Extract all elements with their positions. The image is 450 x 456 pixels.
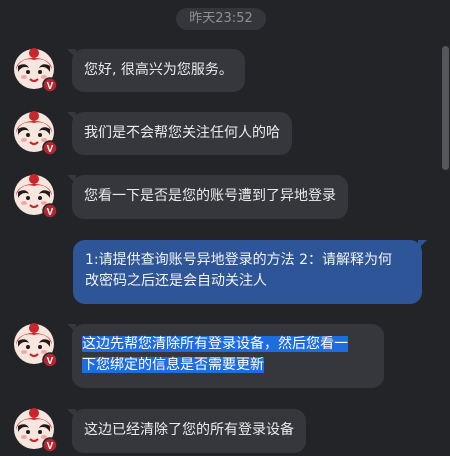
chat-window: 昨天23:52 V 您好, 很高兴为您服务。 V 我们是不会帮您关注任何人的哈 … bbox=[0, 0, 450, 456]
verified-badge: V bbox=[47, 356, 54, 367]
message-text-line: 1:请提供查询账号异地登录的方法 2：请解释为何 bbox=[85, 252, 392, 268]
message-bubble-incoming[interactable]: 这边已经清除了您的所有登录设备 bbox=[67, 409, 306, 453]
verified-badge: V bbox=[47, 81, 54, 92]
agent-avatar[interactable]: V bbox=[13, 48, 59, 94]
scrollbar-thumb[interactable] bbox=[442, 46, 449, 170]
agent-avatar[interactable]: V bbox=[13, 111, 59, 157]
message-bubble-incoming[interactable]: 您看一下是否是您的账号遭到了异地登录 bbox=[67, 175, 348, 219]
selected-text[interactable]: 下您绑定的信息是否需要更新 bbox=[82, 357, 264, 373]
selected-text[interactable]: 这边先帮您清除所有登录设备，然后您看一 bbox=[82, 336, 348, 352]
agent-avatar[interactable]: V bbox=[13, 323, 59, 369]
verified-badge: V bbox=[47, 441, 54, 452]
message-text: 您看一下是否是您的账号遭到了异地登录 bbox=[84, 188, 336, 204]
message-text: 我们是不会帮您关注任何人的哈 bbox=[84, 125, 280, 141]
agent-avatar[interactable]: V bbox=[13, 174, 59, 220]
message-text: 您好, 很高兴为您服务。 bbox=[84, 62, 233, 78]
agent-avatar[interactable]: V bbox=[13, 408, 59, 454]
message-bubble-outgoing[interactable]: 1:请提供查询账号异地登录的方法 2：请解释为何 改密码之后还是会自动关注人 bbox=[73, 240, 427, 304]
timestamp-divider: 昨天23:52 bbox=[176, 8, 266, 30]
message-text: 这边已经清除了您的所有登录设备 bbox=[84, 422, 294, 438]
message-bubble-incoming[interactable]: 我们是不会帮您关注任何人的哈 bbox=[67, 112, 292, 155]
message-text-line: 改密码之后还是会自动关注人 bbox=[85, 273, 267, 289]
message-bubble-incoming[interactable]: 您好, 很高兴为您服务。 bbox=[67, 49, 245, 92]
verified-badge: V bbox=[47, 144, 54, 155]
verified-badge: V bbox=[47, 207, 54, 218]
message-bubble-incoming[interactable]: 这边先帮您清除所有登录设备，然后您看一 下您绑定的信息是否需要更新 bbox=[67, 324, 384, 388]
